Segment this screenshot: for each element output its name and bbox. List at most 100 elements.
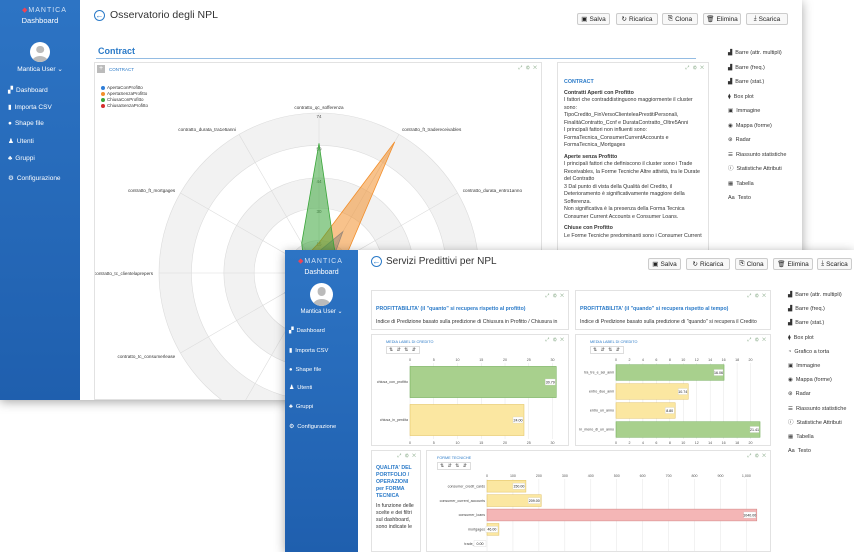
tick-label-top: 16 (722, 358, 726, 362)
widget-item[interactable]: ▦ Tabella (788, 430, 846, 444)
tick-label-top: 20 (749, 358, 753, 362)
widget-item[interactable]: ▣ Immagine (728, 104, 786, 119)
tick-label-top: 2 (628, 358, 630, 362)
widget-item[interactable]: ⊛ Radar (788, 387, 846, 401)
front-nav-importa-csv[interactable]: ▮ Importa CSV (289, 348, 328, 354)
bar (615, 421, 761, 438)
front-user-name: Mantica User (300, 309, 336, 315)
category-label: chiusa_in_perdita (380, 418, 408, 422)
panel-controls-icon[interactable]: ⤢ ⚙ ✕ (685, 65, 705, 73)
widget-item[interactable]: ▟ Barre (attr. multipli) (728, 46, 786, 61)
widget-item[interactable]: Aa Testo (728, 191, 786, 206)
widget-item[interactable]: ▟ Barre (stat.) (788, 316, 846, 330)
data-label: 30.79 (546, 380, 555, 384)
widget-label: Riassunto statistiche (735, 151, 787, 158)
profit-quando-panel: ⤢ ⚙ ✕ PROFITTABILITA' (il "quando" si re… (575, 290, 771, 330)
text-panel-para: Le Forme Tecniche predominanti sono i Co… (564, 232, 702, 239)
widget-item[interactable]: ▟ Barre (stat.) (728, 75, 786, 90)
tick-label-top: 300 (562, 474, 568, 478)
widget-label: Testo (797, 448, 811, 455)
widget-item[interactable]: ☰ Riassunto statistiche (728, 148, 786, 163)
front-nav-utenti[interactable]: ♟ Utenti (289, 385, 312, 391)
download-label: Scarica (758, 15, 781, 23)
radar-icon: ⊛ (728, 137, 733, 143)
back-delete-button[interactable]: 🗑 Elimina (703, 13, 741, 25)
back-avatar[interactable] (30, 42, 50, 62)
front-nav-configurazione[interactable]: ⚙ Configurazione (289, 424, 336, 430)
back-nav-dashboard[interactable]: ▞ Dashboard (8, 86, 48, 95)
download-icon: ⤓ (821, 260, 825, 267)
category-label: chiusa_con_profitto (377, 380, 408, 384)
panel-controls-icon[interactable]: ⤢ ⚙ ✕ (545, 293, 565, 299)
panel-controls-icon[interactable]: ⤢ ⚙ ✕ (397, 453, 417, 459)
pie-chart-icon: ◔ (788, 348, 792, 355)
back-nav-shape-file[interactable]: ● Shape file (8, 120, 44, 127)
front-save-button[interactable]: ▣ Salva (648, 258, 681, 270)
widget-item[interactable]: ◉ Mappa (forme) (788, 373, 846, 387)
clone-icon: ⎘ (667, 15, 674, 22)
back-nav-importa-csv[interactable]: ▮ Importa CSV (8, 103, 52, 112)
front-back-icon[interactable]: ← (371, 256, 382, 267)
tick-label-top: 600 (640, 474, 646, 478)
tick-label-bottom: 0 (409, 441, 411, 445)
back-nav-label: Dashboard (16, 86, 48, 94)
back-nav-label: Gruppi (15, 155, 35, 162)
widget-label: Statistiche Attributi (736, 166, 782, 172)
info-icon: ⓘ (788, 419, 794, 426)
widget-label: Radar (735, 137, 751, 143)
widget-item[interactable]: ⓘ Statistiche Attributi (728, 162, 786, 177)
front-window: ◆MANTICA Dashboard Mantica User ⌄ ▞ Dashb… (285, 250, 854, 552)
save-icon: ▣ (581, 16, 588, 23)
tick-label-top: 100 (510, 474, 516, 478)
back-download-button[interactable]: ⤓ Scarica (746, 13, 788, 25)
widget-item[interactable]: ⊛ Radar (728, 133, 786, 148)
back-clone-button[interactable]: ⎘ Clona (662, 13, 698, 25)
radar-axis-label: contratto_tc_consumerlease (118, 354, 176, 359)
widget-item[interactable]: ▟ Barre (freq.) (728, 61, 786, 76)
widget-item[interactable]: ⓘ Statistiche Attributi (788, 416, 846, 430)
front-nav-dashboard[interactable]: ▞ Dashboard (289, 328, 325, 334)
front-nav-shape-file[interactable]: ● Shape file (289, 367, 321, 373)
gear-icon: ⚙ (8, 175, 14, 182)
download-label: Scarica (826, 260, 848, 268)
text-panel-para: FormaTecnica_ConsumerCurrentAccounts e (564, 134, 669, 141)
globe-icon: ● (8, 120, 12, 127)
back-nav-gruppi[interactable]: ♣ Gruppi (8, 155, 35, 162)
category-label: consumer_credit_cards (448, 484, 486, 488)
clone-label: Clona (675, 15, 693, 23)
back-save-button[interactable]: ▣ Salva (577, 13, 610, 25)
widget-label: Tabella (796, 434, 814, 441)
widget-item[interactable]: Aa Testo (788, 444, 846, 458)
tick-label-top: 400 (588, 474, 594, 478)
list-icon: ☰ (788, 405, 793, 412)
widget-item[interactable]: ◉ Mappa (forme) (728, 119, 786, 134)
widget-item[interactable]: ▣ Immagine (788, 359, 846, 373)
tick-label-top: 500 (614, 474, 620, 478)
widget-item[interactable]: ◔ Grafico a torta (788, 345, 846, 359)
front-avatar[interactable] (310, 283, 333, 306)
widget-item[interactable]: ▟ Barre (freq.) (788, 302, 846, 316)
map-icon: ◉ (728, 122, 733, 129)
back-nav-utenti[interactable]: ♟ Utenti (8, 137, 34, 146)
widget-item[interactable]: ☰ Riassunto statistiche (788, 402, 846, 416)
front-nav-gruppi[interactable]: ♣ Gruppi (289, 404, 313, 410)
back-nav-configurazione[interactable]: ⚙ Configurazione (8, 174, 61, 183)
map-icon: ◉ (788, 377, 793, 384)
widget-item[interactable]: ▦ Tabella (728, 177, 786, 192)
tick-label-top: 0 (615, 358, 617, 362)
widget-item[interactable]: ⧫ Box plot (728, 90, 786, 105)
back-back-icon[interactable]: ← (94, 10, 105, 21)
widget-item[interactable]: ▟ Barre (attr. multipli) (788, 288, 846, 302)
back-reload-button[interactable]: ↻ Ricarica (616, 13, 658, 25)
bar-chart-icon: ▟ (728, 64, 733, 71)
back-user-menu[interactable]: Mantica User ⌄ (0, 65, 80, 73)
radar-axis-label: contratto_ft_tradereceivables (402, 127, 462, 132)
front-download-button[interactable]: ⤓ Scarica (817, 258, 852, 270)
front-clone-button[interactable]: ⎘ Clona (735, 258, 768, 270)
front-delete-button[interactable]: 🗑 Elimina (773, 258, 813, 270)
front-user-menu[interactable]: Mantica User ⌄ (285, 308, 358, 315)
front-reload-button[interactable]: ↻ Ricarica (686, 258, 730, 270)
panel-controls-icon[interactable]: ⤢ ⚙ ✕ (747, 293, 767, 299)
widget-item[interactable]: ⧫ Box plot (788, 331, 846, 345)
profit-quanto-title: PROFITTABILITA' (il "quanto" si recupera… (376, 306, 526, 312)
